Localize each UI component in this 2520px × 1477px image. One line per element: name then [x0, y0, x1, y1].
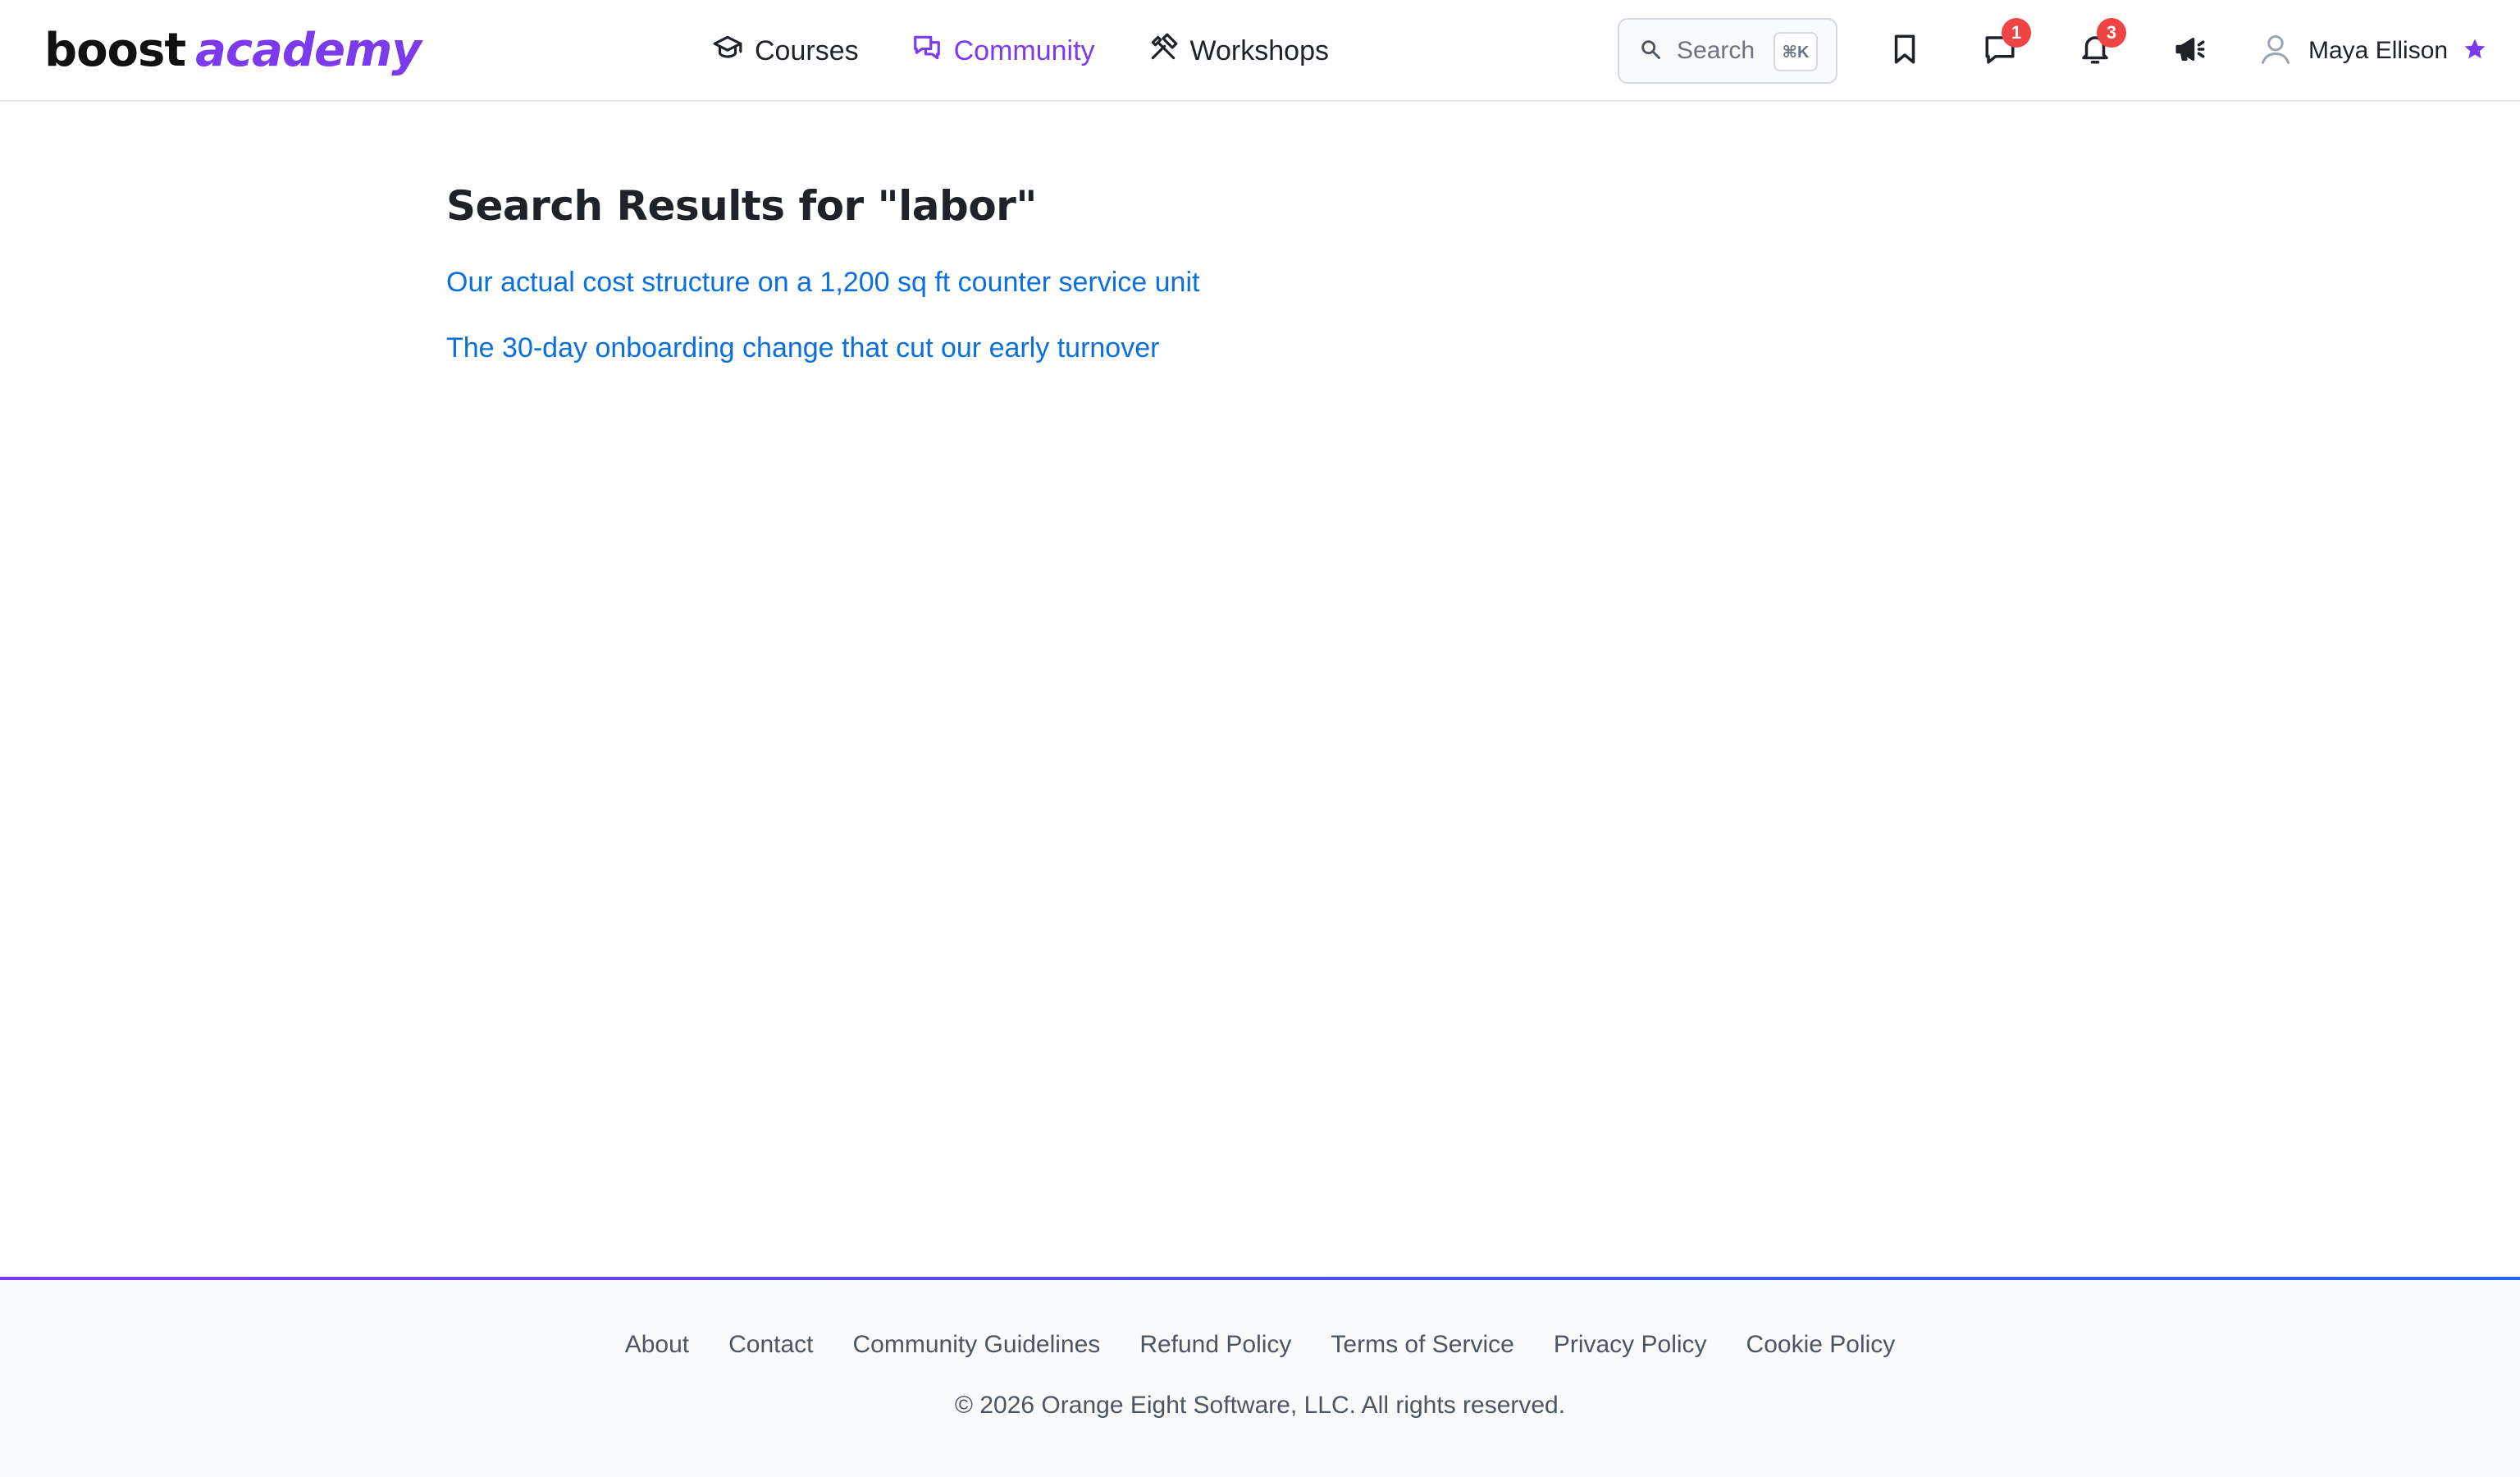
- nav-community-label: Community: [953, 34, 1095, 66]
- search-shortcut-badge: ⌘K: [1774, 32, 1818, 71]
- results-list: Our actual cost structure on a 1,200 sq …: [446, 263, 2005, 368]
- brand-logo[interactable]: boost academy: [44, 18, 422, 84]
- search-input[interactable]: Search ⌘K: [1618, 18, 1838, 84]
- footer-link-contact[interactable]: Contact: [728, 1331, 813, 1359]
- chat-bubbles-icon: [911, 32, 943, 71]
- search-icon: [1639, 38, 1662, 65]
- user-name: Maya Ellison: [2308, 37, 2449, 64]
- copyright-text: © 2026 Orange Eight Software, LLC. All r…: [954, 1392, 1566, 1419]
- announcements-button[interactable]: [2164, 25, 2216, 77]
- user-avatar-icon: [2258, 31, 2294, 71]
- notifications-badge: 3: [2097, 18, 2126, 48]
- footer-link-community-guidelines[interactable]: Community Guidelines: [853, 1331, 1101, 1359]
- megaphone-icon: [2173, 32, 2207, 71]
- footer-link-about[interactable]: About: [625, 1331, 689, 1359]
- nav-workshops[interactable]: Workshops: [1148, 32, 1329, 71]
- footer-divider: [0, 1277, 2520, 1280]
- bookmarks-button[interactable]: [1879, 25, 1931, 77]
- page-title: Search Results for "labor": [446, 182, 1037, 230]
- nav-courses-label: Courses: [755, 34, 859, 66]
- star-icon: [2463, 37, 2487, 66]
- site-footer: About Contact Community Guidelines Refun…: [0, 1277, 2520, 1477]
- top-header: boost academy Courses Community Workshop…: [0, 0, 2520, 102]
- logo-boost-text: boost: [44, 24, 186, 77]
- nav-courses[interactable]: Courses: [712, 32, 859, 71]
- graduation-cap-icon: [712, 32, 743, 71]
- search-result-link[interactable]: Our actual cost structure on a 1,200 sq …: [446, 263, 2005, 302]
- footer-link-refund-policy[interactable]: Refund Policy: [1139, 1331, 1291, 1359]
- tools-icon: [1148, 32, 1179, 71]
- bookmark-icon: [1888, 32, 1922, 71]
- messages-button[interactable]: 1: [1974, 18, 2031, 77]
- footer-link-cookie-policy[interactable]: Cookie Policy: [1746, 1331, 1896, 1359]
- user-menu[interactable]: Maya Ellison: [2258, 25, 2487, 77]
- footer-link-privacy-policy[interactable]: Privacy Policy: [1554, 1331, 1707, 1359]
- notifications-button[interactable]: 3: [2069, 18, 2126, 77]
- nav-community[interactable]: Community: [911, 32, 1095, 71]
- logo-academy-text: academy: [195, 24, 422, 77]
- main-nav: Courses Community Workshops: [712, 25, 1329, 77]
- search-results-section: Search Results for "labor" Our actual co…: [446, 177, 2005, 394]
- footer-link-terms-of-service[interactable]: Terms of Service: [1331, 1331, 1513, 1359]
- footer-links: About Contact Community Guidelines Refun…: [0, 1331, 2520, 1359]
- page: boost academy Courses Community Workshop…: [0, 0, 2520, 1477]
- nav-workshops-label: Workshops: [1189, 34, 1329, 66]
- messages-badge: 1: [2002, 18, 2031, 48]
- search-result-link[interactable]: The 30-day onboarding change that cut ou…: [446, 328, 2005, 368]
- search-placeholder: Search: [1677, 37, 1755, 64]
